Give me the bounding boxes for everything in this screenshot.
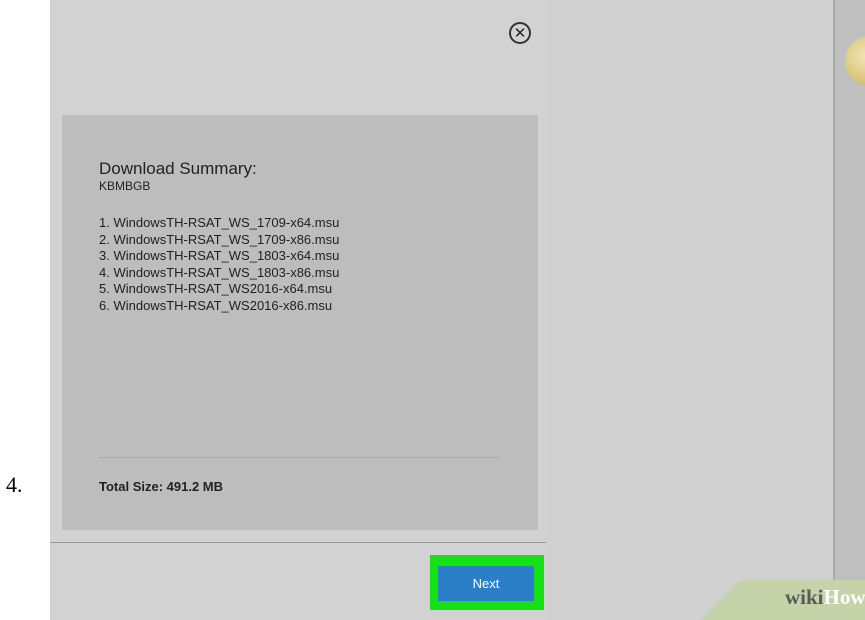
close-icon[interactable]: ✕ <box>509 22 531 44</box>
step-number: 4. <box>6 472 23 497</box>
background-window <box>835 0 865 620</box>
footer-divider <box>50 542 546 543</box>
file-item: 4. WindowsTH-RSAT_WS_1803-x86.msu <box>99 264 340 280</box>
kb-id: KBMBGB <box>99 179 151 193</box>
next-button[interactable]: Next <box>438 566 534 601</box>
file-item: 3. WindowsTH-RSAT_WS_1803-x64.msu <box>99 248 340 263</box>
file-item: 2. WindowsTH-RSAT_WS_1709-x86.msu <box>99 231 340 247</box>
file-item: 6. WindowsTH-RSAT_WS2016-x86.msu <box>99 297 333 313</box>
watermark-how: How <box>823 585 865 609</box>
total-size: Total Size: 491.2 MB <box>99 479 224 494</box>
file-item: 5. WindowsTH-RSAT_WS2016-x64.msu <box>99 281 333 296</box>
file-item: 1. WindowsTH-RSAT_WS_1709-x64.msu <box>99 215 340 230</box>
summary-title: Download Summary: <box>99 159 257 178</box>
watermark-wiki: wiki <box>785 585 824 609</box>
summary-panel: Download Summary: KBMBGB 1. WindowsTH-RS… <box>62 115 538 530</box>
download-dialog: ✕ Download Summary: KBMBGB 1. WindowsTH-… <box>50 0 546 620</box>
screenshot-stage: ✕ Download Summary: KBMBGB 1. WindowsTH-… <box>50 0 865 620</box>
file-list: 1. WindowsTH-RSAT_WS_1709-x64.msu 2. Win… <box>99 215 339 314</box>
wikihow-logo: wikiHow <box>785 585 865 610</box>
panel-divider <box>99 457 499 458</box>
